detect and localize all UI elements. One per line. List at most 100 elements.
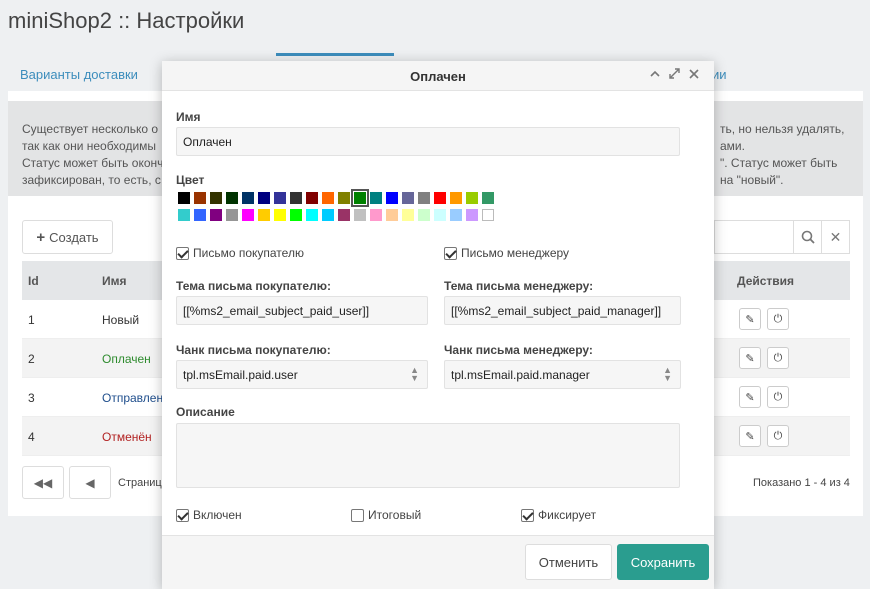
color-swatch[interactable] [258, 192, 270, 204]
column-header-name[interactable]: Имя [102, 274, 127, 288]
info-line: Существует несколько о [22, 122, 159, 136]
color-swatch[interactable] [370, 209, 382, 221]
maximize-icon[interactable] [669, 67, 680, 83]
power-icon[interactable]: ⏻ [767, 425, 789, 447]
description-field[interactable] [176, 423, 680, 488]
email-user-checkbox[interactable]: Письмо покупателю [176, 246, 304, 260]
color-swatch[interactable] [306, 209, 318, 221]
color-swatch[interactable] [242, 209, 254, 221]
color-swatch[interactable] [194, 192, 206, 204]
color-swatch[interactable] [482, 192, 494, 204]
color-swatch[interactable] [386, 192, 398, 204]
color-swatch[interactable] [322, 192, 334, 204]
info-line: так как они необходимы [22, 139, 157, 153]
chunk-user-select[interactable]: tpl.msEmail.paid.user ▲ ▼ [176, 360, 428, 389]
chunk-user-value: tpl.msEmail.paid.user [183, 368, 298, 382]
color-swatch[interactable] [482, 209, 494, 221]
color-swatch[interactable] [450, 192, 462, 204]
cancel-button[interactable]: Отменить [525, 544, 612, 580]
edit-icon[interactable]: ✎ [739, 308, 761, 330]
color-swatch[interactable] [402, 192, 414, 204]
final-checkbox[interactable]: Итоговый [351, 508, 421, 522]
color-swatch[interactable] [226, 209, 238, 221]
color-swatch[interactable] [386, 209, 398, 221]
checkbox-check-icon [176, 508, 189, 522]
color-swatch[interactable] [210, 192, 222, 204]
active-tab-indicator [276, 53, 394, 56]
window-header[interactable]: Оплачен [162, 61, 714, 91]
color-swatch[interactable] [274, 209, 286, 221]
color-swatch[interactable] [338, 209, 350, 221]
edit-icon[interactable]: ✎ [739, 347, 761, 369]
color-swatch[interactable] [434, 209, 446, 221]
color-swatch[interactable] [258, 209, 270, 221]
page-title: miniShop2 :: Настройки [8, 8, 245, 33]
chunk-manager-select[interactable]: tpl.msEmail.paid.manager ▲ ▼ [444, 360, 681, 389]
power-icon[interactable]: ⏻ [767, 308, 789, 330]
prev-page-button[interactable]: ◀ [69, 466, 111, 499]
search-icon[interactable] [793, 221, 821, 253]
color-swatch[interactable] [418, 209, 430, 221]
close-icon[interactable] [689, 67, 699, 83]
subject-manager-field[interactable]: [[%ms2_email_subject_paid_manager]] [444, 296, 681, 325]
create-button-label: Создать [49, 229, 99, 245]
edit-icon[interactable]: ✎ [739, 425, 761, 447]
name-field[interactable]: Оплачен [176, 127, 680, 156]
row-name: Отменён [102, 430, 152, 444]
collapse-icon[interactable] [650, 67, 660, 83]
active-checkbox[interactable]: Включен [176, 508, 242, 522]
email-manager-label: Письмо менеджеру [461, 246, 570, 260]
info-line: на "новый". [720, 173, 784, 187]
column-header-id[interactable]: Id [28, 274, 39, 288]
color-swatch[interactable] [434, 192, 446, 204]
color-label: Цвет [176, 173, 205, 187]
power-icon[interactable]: ⏻ [767, 347, 789, 369]
color-swatch[interactable] [450, 209, 462, 221]
tab-partial-right[interactable]: ии [712, 67, 727, 82]
info-line: Статус может быть оконч [22, 156, 164, 170]
checkbox-check-icon [444, 246, 457, 260]
color-swatch[interactable] [290, 209, 302, 221]
power-icon[interactable]: ⏻ [767, 386, 789, 408]
color-swatch[interactable] [466, 209, 478, 221]
color-swatch[interactable] [290, 192, 302, 204]
select-arrows-icon: ▲ ▼ [663, 365, 672, 383]
final-label: Итоговый [368, 508, 422, 522]
search-field[interactable]: ✕ [714, 220, 850, 254]
pager-page-label: Страниц [118, 477, 162, 489]
plus-icon: + [36, 228, 46, 246]
color-swatch[interactable] [194, 209, 206, 221]
row-id: 4 [28, 430, 35, 444]
color-swatch[interactable] [402, 209, 414, 221]
color-swatch[interactable] [242, 192, 254, 204]
subject-user-field[interactable]: [[%ms2_email_subject_paid_user]] [176, 296, 428, 325]
color-swatch[interactable] [306, 192, 318, 204]
info-line: ". Статус может быть [720, 156, 838, 170]
fixed-checkbox[interactable]: Фиксирует [521, 508, 596, 522]
color-swatch[interactable] [226, 192, 238, 204]
row-name: Оплачен [102, 352, 151, 366]
email-manager-checkbox[interactable]: Письмо менеджеру [444, 246, 569, 260]
edit-icon[interactable]: ✎ [739, 386, 761, 408]
create-button[interactable]: + Создать [22, 220, 113, 254]
row-name: Отправлен [102, 391, 164, 405]
first-page-button[interactable]: ◀◀ [22, 466, 64, 499]
pager-shown-count: Показано 1 - 4 из 4 [753, 477, 850, 489]
color-swatch[interactable] [354, 209, 366, 221]
color-swatch[interactable] [466, 192, 478, 204]
row-id: 2 [28, 352, 35, 366]
color-swatch[interactable] [274, 192, 286, 204]
fixed-label: Фиксирует [538, 508, 597, 522]
color-swatch[interactable] [351, 189, 369, 207]
clear-search-icon[interactable]: ✕ [821, 221, 849, 253]
color-swatch[interactable] [210, 209, 222, 221]
color-swatch[interactable] [178, 192, 190, 204]
save-button[interactable]: Сохранить [617, 544, 709, 580]
color-swatch[interactable] [370, 192, 382, 204]
color-swatch[interactable] [418, 192, 430, 204]
tab-delivery[interactable]: Варианты доставки [20, 67, 138, 82]
color-swatch[interactable] [338, 192, 350, 204]
color-swatch[interactable] [178, 209, 190, 221]
select-arrows-icon: ▲ ▼ [410, 365, 419, 383]
color-swatch[interactable] [322, 209, 334, 221]
